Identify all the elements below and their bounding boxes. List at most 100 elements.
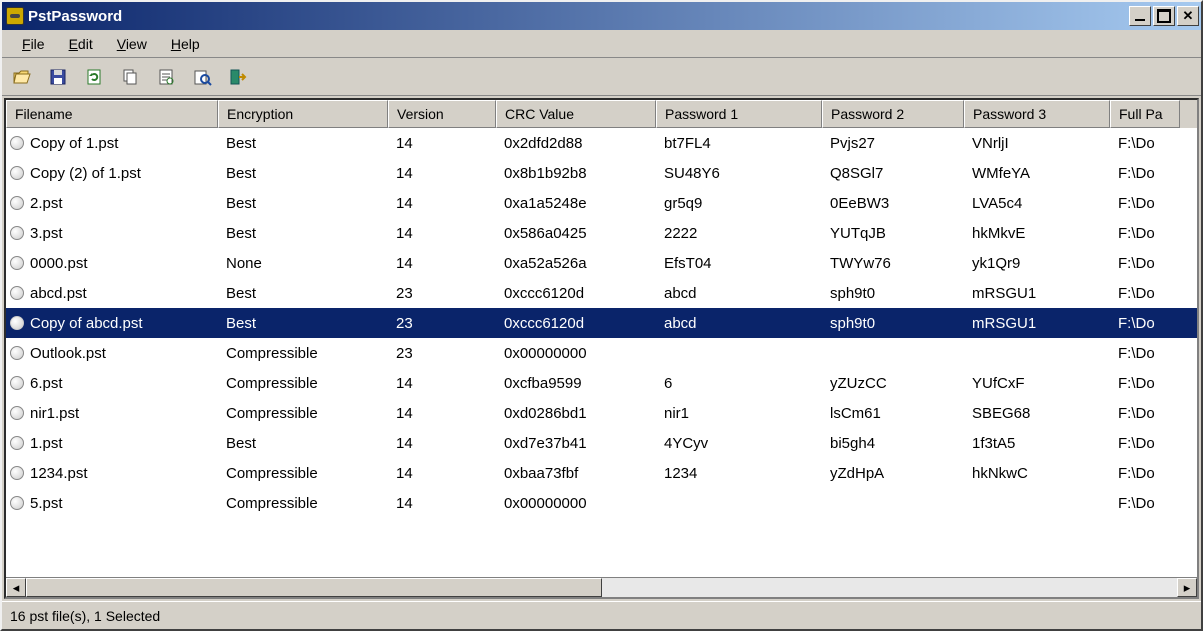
filename-label: nir1.pst — [30, 405, 79, 422]
scroll-right-button[interactable]: ▸ — [1177, 578, 1197, 597]
scroll-thumb[interactable] — [26, 578, 602, 597]
table-row[interactable]: 5.pstCompressible140x00000000F:\Do — [6, 488, 1197, 518]
table-row[interactable]: 1.pstBest140xd7e37b414YCyvbi5gh41f3tA5F:… — [6, 428, 1197, 458]
table-row[interactable]: 3.pstBest140x586a04252222YUTqJBhkMkvEF:\… — [6, 218, 1197, 248]
cell-crc-value: 0xa52a526a — [496, 255, 656, 272]
column-header-password-1[interactable]: Password 1 — [656, 100, 822, 128]
cell-password-3: mRSGU1 — [964, 315, 1110, 332]
cell-filename: Copy of 1.pst — [6, 135, 218, 152]
open-file-icon[interactable] — [8, 63, 36, 91]
cell-crc-value: 0xccc6120d — [496, 315, 656, 332]
cell-crc-value: 0xcfba9599 — [496, 375, 656, 392]
menu-edit[interactable]: Edit — [57, 32, 105, 56]
save-icon[interactable] — [44, 63, 72, 91]
table-row[interactable]: 1234.pstCompressible140xbaa73fbf1234yZdH… — [6, 458, 1197, 488]
cell-password-3: LVA5c4 — [964, 195, 1110, 212]
table-row[interactable]: 0000.pstNone140xa52a526aEfsT04TWYw76yk1Q… — [6, 248, 1197, 278]
table-row[interactable]: 2.pstBest140xa1a5248egr5q90EeBW3LVA5c4F:… — [6, 188, 1197, 218]
cell-filename: 1.pst — [6, 435, 218, 452]
file-icon — [10, 406, 24, 420]
filename-label: Outlook.pst — [30, 345, 106, 362]
file-icon — [10, 166, 24, 180]
cell-password-3: 1f3tA5 — [964, 435, 1110, 452]
filename-label: Copy of abcd.pst — [30, 315, 143, 332]
cell-full-pa: F:\Do — [1110, 375, 1180, 392]
cell-encryption: Compressible — [218, 405, 388, 422]
close-button[interactable]: ✕ — [1177, 6, 1199, 26]
menu-view[interactable]: View — [105, 32, 159, 56]
cell-version: 14 — [388, 465, 496, 482]
cell-full-pa: F:\Do — [1110, 165, 1180, 182]
filename-label: 0000.pst — [30, 255, 88, 272]
column-header-password-3[interactable]: Password 3 — [964, 100, 1110, 128]
status-text: 16 pst file(s), 1 Selected — [10, 608, 160, 624]
cell-full-pa: F:\Do — [1110, 195, 1180, 212]
cell-crc-value: 0x00000000 — [496, 345, 656, 362]
exit-icon[interactable] — [224, 63, 252, 91]
column-header-version[interactable]: Version — [388, 100, 496, 128]
cell-crc-value: 0x00000000 — [496, 495, 656, 512]
cell-filename: 2.pst — [6, 195, 218, 212]
toolbar — [2, 58, 1201, 96]
cell-password-2: YUTqJB — [822, 225, 964, 242]
cell-filename: nir1.pst — [6, 405, 218, 422]
cell-version: 14 — [388, 195, 496, 212]
file-icon — [10, 286, 24, 300]
cell-encryption: Best — [218, 195, 388, 212]
column-header-password-2[interactable]: Password 2 — [822, 100, 964, 128]
app-window: PstPassword ✕ FileEditViewHelp FilenameE… — [0, 0, 1203, 631]
menu-help[interactable]: Help — [159, 32, 212, 56]
cell-password-1: abcd — [656, 285, 822, 302]
cell-password-2: yZdHpA — [822, 465, 964, 482]
maximize-button[interactable] — [1153, 6, 1175, 26]
properties-icon[interactable] — [152, 63, 180, 91]
menu-file[interactable]: File — [10, 32, 57, 56]
cell-full-pa: F:\Do — [1110, 345, 1180, 362]
column-header-encryption[interactable]: Encryption — [218, 100, 388, 128]
column-header-row: FilenameEncryptionVersionCRC ValuePasswo… — [6, 100, 1197, 128]
cell-crc-value: 0xbaa73fbf — [496, 465, 656, 482]
scroll-left-button[interactable]: ◂ — [6, 578, 26, 597]
table-row[interactable]: Copy of 1.pstBest140x2dfd2d88bt7FL4Pvjs2… — [6, 128, 1197, 158]
find-icon[interactable] — [188, 63, 216, 91]
filename-label: 5.pst — [30, 495, 63, 512]
cell-password-1: 1234 — [656, 465, 822, 482]
scroll-track[interactable] — [26, 578, 1177, 597]
cell-encryption: Best — [218, 165, 388, 182]
cell-password-3: SBEG68 — [964, 405, 1110, 422]
cell-encryption: Compressible — [218, 375, 388, 392]
file-icon — [10, 466, 24, 480]
cell-password-1: EfsT04 — [656, 255, 822, 272]
cell-version: 23 — [388, 315, 496, 332]
cell-filename: 6.pst — [6, 375, 218, 392]
cell-encryption: None — [218, 255, 388, 272]
cell-crc-value: 0xd0286bd1 — [496, 405, 656, 422]
cell-encryption: Compressible — [218, 465, 388, 482]
table-row[interactable]: 6.pstCompressible140xcfba95996yZUzCCYUfC… — [6, 368, 1197, 398]
table-row[interactable]: Outlook.pstCompressible230x00000000F:\Do — [6, 338, 1197, 368]
column-header-crc-value[interactable]: CRC Value — [496, 100, 656, 128]
column-header-filename[interactable]: Filename — [6, 100, 218, 128]
table-row[interactable]: Copy of abcd.pstBest230xccc6120dabcdsph9… — [6, 308, 1197, 338]
table-row[interactable]: Copy (2) of 1.pstBest140x8b1b92b8SU48Y6Q… — [6, 158, 1197, 188]
listview-body[interactable]: Copy of 1.pstBest140x2dfd2d88bt7FL4Pvjs2… — [6, 128, 1197, 577]
cell-password-2: Pvjs27 — [822, 135, 964, 152]
cell-crc-value: 0xa1a5248e — [496, 195, 656, 212]
cell-version: 14 — [388, 405, 496, 422]
table-row[interactable]: nir1.pstCompressible140xd0286bd1nir1lsCm… — [6, 398, 1197, 428]
table-row[interactable]: abcd.pstBest230xccc6120dabcdsph9t0mRSGU1… — [6, 278, 1197, 308]
cell-filename: Copy of abcd.pst — [6, 315, 218, 332]
cell-filename: 0000.pst — [6, 255, 218, 272]
cell-password-1: abcd — [656, 315, 822, 332]
copy-icon[interactable] — [116, 63, 144, 91]
column-header-full-pa[interactable]: Full Pa — [1110, 100, 1180, 128]
cell-encryption: Best — [218, 315, 388, 332]
refresh-icon[interactable] — [80, 63, 108, 91]
minimize-button[interactable] — [1129, 6, 1151, 26]
cell-password-1: SU48Y6 — [656, 165, 822, 182]
horizontal-scrollbar[interactable]: ◂ ▸ — [6, 577, 1197, 597]
cell-full-pa: F:\Do — [1110, 495, 1180, 512]
file-icon — [10, 196, 24, 210]
cell-password-3: hkMkvE — [964, 225, 1110, 242]
cell-version: 14 — [388, 435, 496, 452]
